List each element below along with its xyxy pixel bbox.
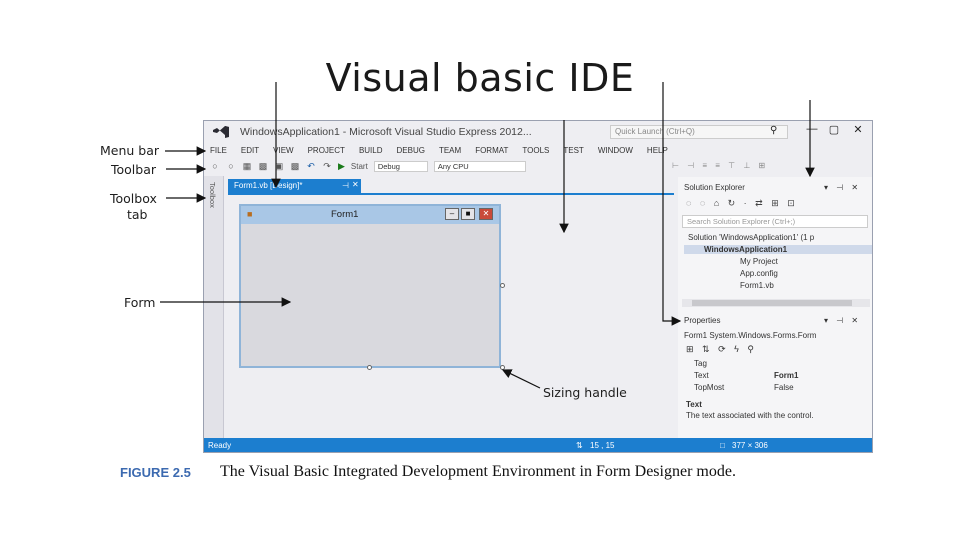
callout-form: Form: [124, 295, 156, 310]
property-name: Tag: [694, 359, 707, 368]
menu-build[interactable]: BUILD: [359, 146, 383, 155]
tree-item-app-config[interactable]: App.config: [740, 269, 778, 278]
property-name: TopMost: [694, 383, 725, 392]
solution-explorer-window-controls[interactable]: ▾ ⊣ ✕: [824, 183, 861, 192]
new-project-icon[interactable]: ▦: [242, 161, 252, 171]
properties-object-selector[interactable]: Form1 System.Windows.Forms.Form: [684, 331, 816, 340]
form-icon: ■: [247, 209, 253, 219]
tree-item-project[interactable]: WindowsApplication1: [684, 245, 872, 254]
close-button[interactable]: ✕: [848, 123, 868, 139]
property-description-text: The text associated with the control.: [686, 411, 814, 420]
document-tab-form1-design[interactable]: Form1.vb [Design]* ⊣ ✕: [228, 179, 361, 193]
solution-explorer-title: Solution Explorer: [684, 183, 745, 192]
form-caption: Form1: [331, 209, 359, 220]
form-title-bar: ■ Form1 – ■ ✕: [241, 206, 499, 224]
property-value[interactable]: False: [774, 383, 794, 392]
open-file-icon[interactable]: ▩: [258, 161, 268, 171]
form-minimize-button[interactable]: –: [445, 208, 459, 220]
quick-launch-input[interactable]: Quick Launch (Ctrl+Q): [610, 125, 788, 139]
menu-test[interactable]: TEST: [563, 146, 583, 155]
size-icon: □: [720, 441, 725, 450]
callout-toolbox-tab: Toolbox: [110, 191, 157, 206]
properties-title: Properties: [684, 316, 721, 325]
callout-menu-bar: Menu bar: [100, 143, 160, 158]
properties-toolbar-icons[interactable]: ⊞ ⇅ ⟳ ϟ ⚲: [686, 344, 757, 355]
status-bar: Ready ⇅ 15 , 15 □ 377 × 306: [204, 438, 872, 452]
toolbar: ○ ○ ▦ ▩ ▣ ▩ ↶ ↷ ▶ Start Debug Any CPU: [204, 158, 664, 174]
menu-view[interactable]: VIEW: [273, 146, 293, 155]
menu-debug[interactable]: DEBUG: [397, 146, 425, 155]
status-position: 15 , 15: [590, 441, 615, 450]
menu-format[interactable]: FORMAT: [475, 146, 508, 155]
maximize-button[interactable]: ▢: [824, 123, 844, 139]
properties-panel: Properties ▾ ⊣ ✕ Form1 System.Windows.Fo…: [678, 314, 872, 446]
pin-icon[interactable]: ⊣: [342, 181, 349, 190]
save-all-icon[interactable]: ▩: [290, 161, 300, 171]
start-icon[interactable]: ▶: [338, 161, 345, 172]
menu-bar: FILE EDIT VIEW PROJECT BUILD DEBUG TEAM …: [204, 143, 872, 157]
properties-window-controls[interactable]: ▾ ⊣ ✕: [824, 316, 861, 325]
solution-horizontal-scrollbar[interactable]: [682, 299, 870, 307]
callout-sizing-handle: Sizing handle: [543, 385, 627, 400]
search-icon[interactable]: ⚲: [770, 125, 777, 136]
minimize-button[interactable]: —: [802, 123, 822, 139]
figure-caption-label: FIGURE 2.5: [120, 465, 191, 480]
sizing-handle-bottom[interactable]: [367, 365, 372, 370]
back-icon[interactable]: ○: [210, 161, 220, 171]
menu-team[interactable]: TEAM: [439, 146, 461, 155]
property-name: Text: [694, 371, 709, 380]
ide-screenshot: WindowsApplication1 - Microsoft Visual S…: [203, 120, 873, 453]
tree-item-solution[interactable]: Solution 'WindowsApplication1' (1 p: [688, 233, 814, 242]
property-value[interactable]: Form1: [774, 371, 798, 380]
menu-project[interactable]: PROJECT: [308, 146, 345, 155]
save-icon[interactable]: ▣: [274, 161, 284, 171]
close-tab-icon[interactable]: ✕: [352, 180, 359, 189]
solution-explorer-toolbar-icons[interactable]: ◌ ◌ ⌂ ↻ · ⇄ ⊞ ⊡: [686, 198, 798, 209]
visual-studio-logo-icon: [213, 126, 229, 138]
form-close-button[interactable]: ✕: [479, 208, 493, 220]
menu-tools[interactable]: TOOLS: [522, 146, 549, 155]
form-maximize-button[interactable]: ■: [461, 208, 475, 220]
callout-toolbox-tab-line2: tab: [127, 207, 148, 222]
callout-toolbar: Toolbar: [111, 162, 157, 177]
menu-help[interactable]: HELP: [647, 146, 668, 155]
cursor-position-icon: ⇅: [576, 441, 583, 450]
document-tab-underline: [228, 193, 674, 195]
menu-window[interactable]: WINDOW: [598, 146, 633, 155]
tree-item-my-project[interactable]: My Project: [740, 257, 778, 266]
undo-icon[interactable]: ↶: [306, 161, 316, 171]
forward-icon[interactable]: ○: [226, 161, 236, 171]
window-title: WindowsApplication1 - Microsoft Visual S…: [240, 126, 532, 138]
start-button[interactable]: Start: [351, 162, 368, 171]
redo-icon[interactable]: ↷: [322, 161, 332, 171]
menu-edit[interactable]: EDIT: [241, 146, 259, 155]
tree-item-form1-vb[interactable]: Form1.vb: [740, 281, 774, 290]
document-tab-label: Form1.vb [Design]*: [234, 181, 303, 190]
status-size: 377 × 306: [732, 441, 768, 450]
toolbox-tab[interactable]: Toolbox: [204, 176, 224, 444]
figure-caption-text: The Visual Basic Integrated Development …: [220, 463, 736, 480]
configuration-select[interactable]: Debug: [373, 160, 428, 172]
toolbox-tab-label: Toolbox: [208, 182, 217, 208]
platform-select[interactable]: Any CPU: [433, 160, 526, 172]
slide-title: Visual basic IDE: [325, 56, 635, 100]
menu-file[interactable]: FILE: [210, 146, 227, 155]
sizing-handle-corner[interactable]: [500, 365, 505, 370]
layout-toolbar-icons[interactable]: ⊢ ⊣ ≡ ≡ ⊤ ⊥ ⊞: [672, 161, 768, 170]
sizing-handle-right[interactable]: [500, 283, 505, 288]
property-description-title: Text: [686, 400, 702, 409]
solution-search-input[interactable]: Search Solution Explorer (Ctrl+;): [682, 215, 868, 228]
form1-window[interactable]: ■ Form1 – ■ ✕: [239, 204, 501, 368]
ide-title-bar: WindowsApplication1 - Microsoft Visual S…: [204, 121, 872, 143]
status-text: Ready: [208, 441, 232, 450]
solution-explorer-panel: Solution Explorer ▾ ⊣ ✕ ◌ ◌ ⌂ ↻ · ⇄ ⊞ ⊡ …: [678, 177, 872, 314]
